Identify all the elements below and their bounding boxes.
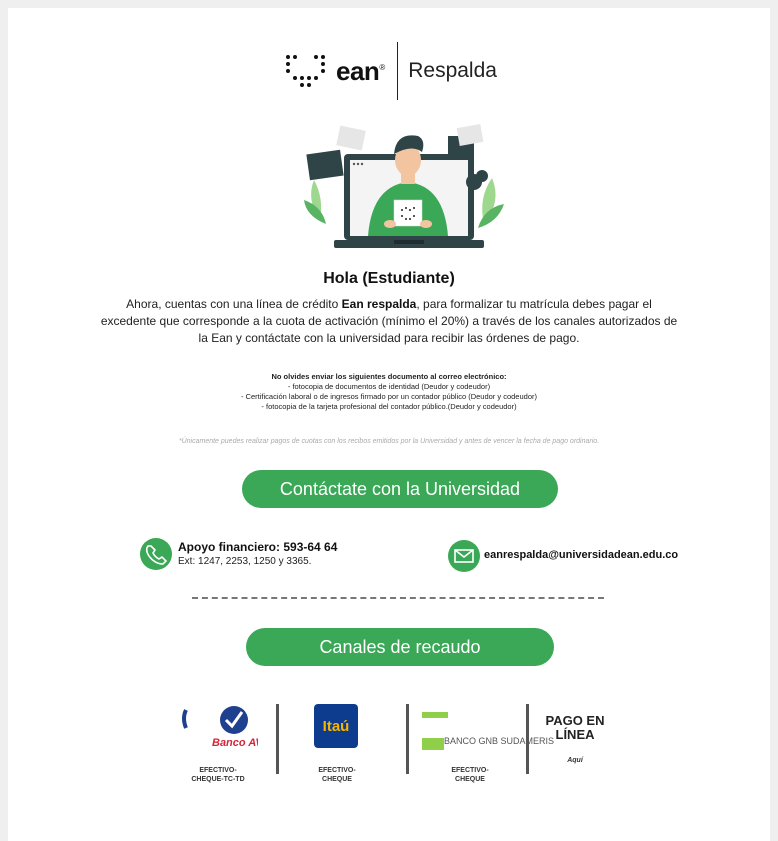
- online-payment-link[interactable]: Aquí: [538, 756, 612, 765]
- bank-caption: EFECTIVO- CHEQUE: [318, 767, 356, 783]
- intro-text-1: Ahora, cuentas con una línea de crédito: [126, 297, 342, 311]
- student-laptop-illustration: [304, 124, 504, 248]
- payment-channels-button[interactable]: Canales de recaudo: [246, 628, 554, 666]
- intro-paragraph: Ahora, cuentas con una línea de crédito …: [98, 296, 680, 347]
- email-card: ean ® Respalda Hola (Estudiante) Ahora, c…: [8, 8, 770, 841]
- bank-gnb-sudameris[interactable]: BANCO GNB SUDAMERIS EFECTIVO- CHEQUE: [422, 704, 554, 794]
- payment-note: *Únicamente puedes realizar pagos de cuo…: [178, 438, 600, 445]
- bank-divider: [526, 704, 529, 774]
- itau-logo-icon: Itaú: [314, 704, 358, 748]
- logo-dots-icon: [286, 55, 326, 87]
- payment-channels: Banco AV Villas EFECTIVO- CHEQUE-TC-TD I…: [174, 704, 614, 804]
- phone-contact: Apoyo financiero: 593-64 64 Ext: 1247, 2…: [178, 540, 337, 567]
- email-link[interactable]: eanrespalda@universidadean.edu.co: [484, 549, 678, 561]
- brand-name: ean: [336, 55, 380, 86]
- brand-tagline: Respalda: [408, 59, 497, 82]
- ean-logo: ean ® Respalda: [286, 38, 497, 104]
- document-item: - Certificación laboral o de ingresos fi…: [241, 392, 537, 401]
- bank-caption: EFECTIVO- CHEQUE-TC-TD: [191, 767, 245, 783]
- bank-divider: [406, 704, 409, 774]
- online-payment-title: PAGO EN LÍNEA: [545, 713, 605, 742]
- bank-divider: [276, 704, 279, 774]
- bank-av-villas[interactable]: Banco AV Villas EFECTIVO- CHEQUE-TC-TD: [178, 704, 294, 794]
- document-item: - fotocopia de la tarjeta profesional de…: [261, 402, 517, 411]
- brand-divider: [397, 42, 399, 100]
- online-payment[interactable]: PAGO EN LÍNEA Aquí: [538, 704, 612, 794]
- documents-heading: No olvides enviar los siguientes documen…: [271, 372, 507, 381]
- bank-itau[interactable]: Itaú EFECTIVO- CHEQUE: [314, 704, 364, 794]
- documents-list: No olvides enviar los siguientes documen…: [8, 372, 770, 412]
- av-villas-logo-icon: Banco AV Villas: [182, 706, 294, 749]
- intro-bold: Ean respalda: [341, 297, 417, 311]
- contact-university-button[interactable]: Contáctate con la Universidad: [242, 470, 558, 508]
- dashed-divider: [192, 597, 604, 599]
- gnb-logo-icon: BANCO GNB SUDAMERIS: [422, 704, 554, 752]
- document-item: - fotocopia de documentos de identidad (…: [287, 382, 491, 391]
- phone-extensions: Ext: 1247, 2253, 1250 y 3365.: [178, 556, 312, 567]
- bank-logo-text: Itaú: [322, 717, 350, 735]
- greeting-heading: Hola (Estudiante): [323, 270, 455, 287]
- bank-logo-text: Banco AV Villas: [212, 737, 258, 749]
- trademark: ®: [379, 62, 386, 72]
- phone-icon: [140, 538, 172, 570]
- phone-title[interactable]: Apoyo financiero: 593-64 64: [178, 540, 337, 554]
- bank-caption: EFECTIVO- CHEQUE: [451, 767, 489, 783]
- mail-icon: [448, 540, 480, 572]
